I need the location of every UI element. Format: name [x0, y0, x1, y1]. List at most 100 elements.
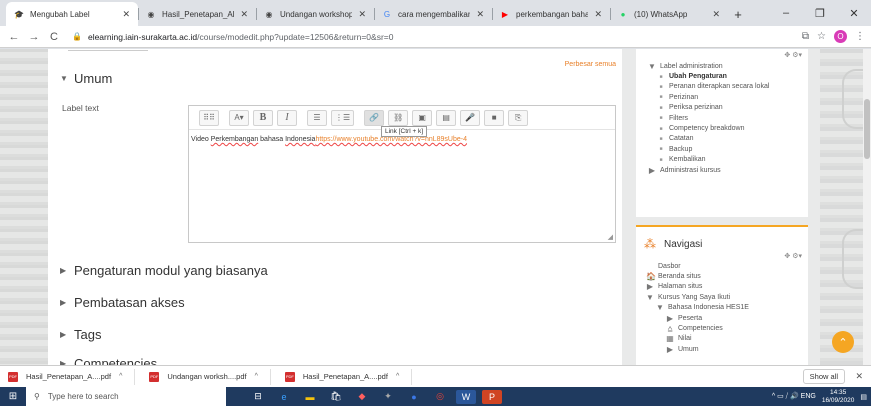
tree-item[interactable]: ▶ Peserta	[636, 313, 808, 323]
profile-avatar[interactable]: O	[834, 30, 847, 43]
section-pembatasan-akses[interactable]: ▶ Pembatasan akses	[60, 295, 185, 310]
download-item[interactable]: PDF Undangan worksh....pdf ^	[149, 368, 271, 385]
window-controls: – ❐ ✕	[769, 0, 871, 26]
tab-close-icon[interactable]: ✕	[358, 9, 366, 20]
unordered-list-button[interactable]: ☰	[307, 109, 327, 126]
tree-item[interactable]: ▶ Umum	[636, 344, 808, 354]
chrome-icon[interactable]: ◎	[430, 390, 450, 404]
admin-block-controls[interactable]: ✥ ⚙▾	[636, 49, 808, 61]
browser-tab[interactable]: Gcara mengembalikan ch ✕	[374, 2, 492, 26]
app-icon[interactable]: ◆	[352, 390, 372, 404]
tree-item[interactable]: ■ Ubah Pengaturan	[636, 71, 808, 81]
tree-item-label: Halaman situs	[658, 283, 703, 291]
tree-item[interactable]: ■ Backup	[636, 144, 808, 154]
tray-icons[interactable]: ^ ▭ ⧸ 🔊 ENG	[772, 392, 816, 401]
forward-arrow-icon[interactable]: →	[26, 31, 42, 43]
nav-block-controls[interactable]: ✥ ⚙▾	[636, 251, 808, 261]
tree-item[interactable]: Dasbor	[636, 261, 808, 271]
resize-handle-icon[interactable]: ◢	[608, 233, 613, 241]
tab-close-icon[interactable]: ✕	[240, 9, 248, 20]
browser-tab[interactable]: ● (10) WhatsApp ✕	[610, 2, 728, 26]
powerpoint-icon[interactable]: P	[482, 389, 502, 404]
file-explorer-icon[interactable]: ▬	[300, 390, 320, 404]
record-video-button[interactable]: ■	[484, 109, 505, 126]
browser-tab[interactable]: ▶ perkembangan bahasa ✕	[492, 2, 610, 26]
download-item[interactable]: PDF Hasil_Penetapan_A....pdf ^	[8, 368, 136, 385]
tree-item[interactable]: ▦ Nilai	[636, 334, 808, 344]
ordered-list-button[interactable]: ⋮☰	[331, 109, 355, 126]
tab-close-icon[interactable]: ✕	[594, 9, 602, 20]
insert-image-button[interactable]: ▤	[436, 109, 457, 126]
tree-item[interactable]: 🏠 Beranda situs	[636, 271, 808, 281]
scroll-to-top-button[interactable]: ⌃	[832, 331, 854, 353]
bookmark-star-icon[interactable]: ☆	[817, 31, 826, 42]
section-umum[interactable]: ▼ Umum	[60, 71, 112, 86]
toolbar-toggle-button[interactable]: ⠿⠿	[199, 109, 219, 126]
show-all-downloads-button[interactable]: Show all	[802, 369, 845, 384]
chevron-up-icon[interactable]: ^	[255, 373, 258, 380]
link-button[interactable]: 🔗	[364, 109, 385, 126]
new-tab-button[interactable]: +	[728, 2, 748, 26]
manage-files-button[interactable]: ⎘	[508, 109, 529, 126]
content-youtube-link[interactable]: https://www.youtube.com/watch?v=hnL89sUb…	[315, 136, 467, 143]
tree-item[interactable]: ■ Filters	[636, 113, 808, 123]
tree-item-label: Dasbor	[658, 262, 681, 270]
section-pengaturan-modul[interactable]: ▶ Pengaturan modul yang biasanya	[60, 263, 268, 278]
back-arrow-icon[interactable]: ←	[6, 31, 22, 43]
tree-item[interactable]: ■ Peranan diterapkan secara lokal	[636, 82, 808, 92]
tree-item[interactable]: ⩠ Competencies	[636, 323, 808, 333]
tree-item[interactable]: ■ Competency breakdown	[636, 123, 808, 133]
download-item[interactable]: PDF Hasil_Penetapan_A....pdf ^	[284, 368, 413, 385]
bold-button[interactable]: B	[253, 109, 273, 126]
tree-item[interactable]: ▶ Halaman situs	[636, 282, 808, 292]
browser-tab[interactable]: ◉ Undangan workshop RI ✕	[256, 2, 374, 26]
tree-item[interactable]: ▼ Bahasa Indonesia HES1E	[636, 303, 808, 313]
task-view-icon[interactable]: ⊟	[248, 390, 268, 404]
tree-item[interactable]: ▶ Administrasi kursus	[636, 165, 808, 175]
tree-item[interactable]: ▼ Label administration	[636, 61, 808, 71]
close-download-bar-icon[interactable]: ✕	[855, 371, 863, 382]
tree-item[interactable]: ▼ Kursus Yang Saya Ikuti	[636, 292, 808, 302]
caret-right-icon: ▶	[60, 266, 67, 275]
address-bar[interactable]: 🔒 elearning.iain-surakarta.ac.id/course/…	[66, 29, 802, 45]
insert-media-button[interactable]: ▣	[412, 109, 433, 126]
close-window-button[interactable]: ✕	[837, 0, 871, 26]
section-competencies[interactable]: ▶ Competencies	[60, 356, 157, 365]
tree-item[interactable]: ■ Kembalikan	[636, 155, 808, 165]
chevron-up-icon[interactable]: ^	[396, 373, 399, 380]
translate-icon[interactable]: ⧉	[802, 31, 809, 42]
tab-close-icon[interactable]: ✕	[122, 9, 130, 20]
unlink-button[interactable]: ⛓	[388, 109, 409, 126]
paragraph-style-button[interactable]: A▾	[229, 109, 249, 126]
minimize-button[interactable]: –	[769, 0, 803, 26]
sidebar: ✥ ⚙▾ ▼ Label administration ■ Ubah Pengatur…	[636, 49, 808, 365]
app-icon[interactable]: ✦	[378, 390, 398, 404]
reload-icon[interactable]: C	[46, 31, 62, 43]
word-icon[interactable]: W	[456, 389, 476, 404]
browser-menu-icon[interactable]: ⋮	[855, 31, 865, 42]
tab-favicon-icon: ▶	[501, 9, 509, 19]
section-tags[interactable]: ▶ Tags	[60, 327, 101, 342]
clock[interactable]: 14:35 16/09/2020	[822, 389, 855, 404]
tree-item[interactable]: ■ Catatan	[636, 134, 808, 144]
tree-bullet-icon: ■	[659, 125, 663, 132]
browser-tab[interactable]: ◉ Hasil_Penetapan_Akredi ✕	[138, 2, 256, 26]
chevron-up-icon[interactable]: ^	[119, 373, 122, 380]
maximize-button[interactable]: ❐	[803, 0, 837, 26]
tree-item[interactable]: ■ Periksa perizinan	[636, 103, 808, 113]
notification-icon[interactable]: ▤	[860, 393, 867, 401]
tab-close-icon[interactable]: ✕	[712, 9, 720, 20]
app-icon[interactable]: ●	[404, 390, 424, 404]
expand-all-link[interactable]: Perbesar semua	[565, 61, 616, 68]
italic-button[interactable]: I	[277, 109, 297, 126]
tree-item[interactable]: ■ Perizinan	[636, 92, 808, 102]
record-audio-button[interactable]: 🎤	[460, 109, 481, 126]
page-scrollbar[interactable]	[863, 49, 871, 365]
section-tags-label: Tags	[74, 327, 102, 342]
store-icon[interactable]: 🛍	[326, 390, 346, 404]
tab-close-icon[interactable]: ✕	[476, 9, 484, 20]
taskbar-search[interactable]: ⚲ Type here to search	[26, 387, 226, 406]
edge-icon[interactable]: e	[274, 390, 294, 404]
windows-start-icon[interactable]: ⊞	[0, 387, 26, 406]
browser-tab[interactable]: 🎓 Mengubah Label ✕	[6, 2, 138, 26]
